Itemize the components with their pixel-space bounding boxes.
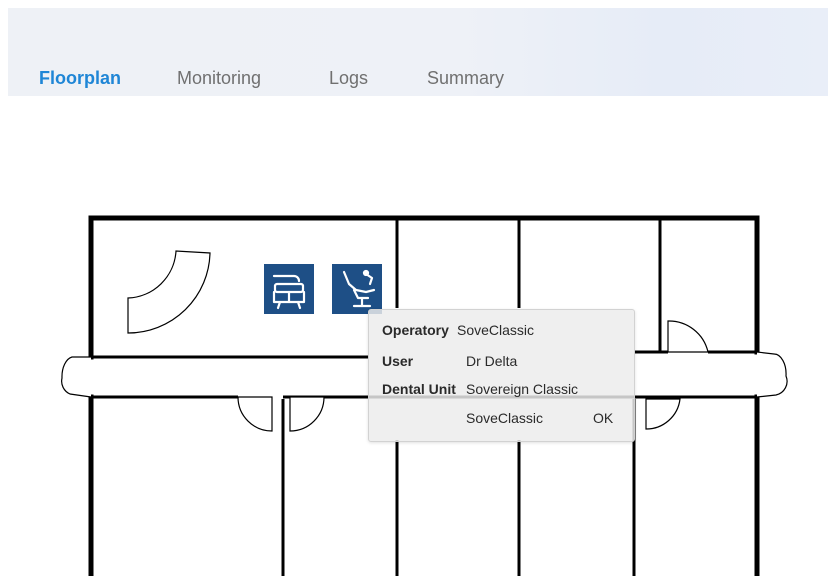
user-label: User: [382, 353, 414, 369]
operatory-info-popup: Operatory SoveClassic User Dr Delta Dent…: [368, 309, 635, 442]
dental-chair-side-icon: [342, 269, 376, 308]
user-value: Dr Delta: [466, 353, 518, 369]
dental-chair-2[interactable]: [332, 264, 382, 314]
ok-button[interactable]: OK: [593, 410, 613, 426]
operatory-label: Operatory: [382, 322, 449, 338]
operatory-value: SoveClassic: [457, 322, 535, 338]
dental-chair-1[interactable]: [264, 264, 314, 314]
floorplan: [61, 215, 788, 576]
dental-chair-front-icon: [272, 274, 306, 310]
dental-unit-label: Dental Unit: [382, 381, 456, 397]
operatory-select-button[interactable]: SoveClassic: [466, 410, 543, 426]
dental-unit-value: Sovereign Classic: [466, 381, 579, 397]
